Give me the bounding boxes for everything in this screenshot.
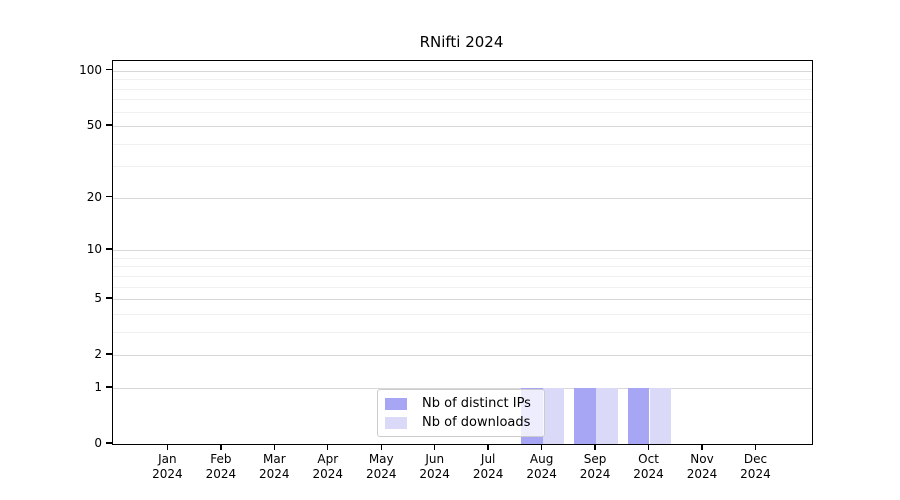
bar-distinct-ips (627, 387, 650, 444)
y-tick-label: 20 (86, 189, 102, 204)
x-tick-label: Jul 2024 (472, 452, 504, 481)
x-tick-label: Jan 2024 (152, 452, 183, 481)
y-tick-label: 0 (94, 436, 102, 450)
gridline-major (113, 70, 812, 72)
gridline-minor (113, 286, 812, 288)
y-tick-label: 100 (79, 62, 102, 77)
x-tick-mark (380, 444, 382, 450)
gridline-major (113, 355, 812, 357)
y-tick-mark (106, 442, 112, 444)
x-tick-label: Feb 2024 (205, 452, 237, 481)
x-tick-mark (166, 444, 169, 450)
x-tick-mark (273, 444, 275, 450)
y-tick-label: 5 (94, 291, 102, 306)
legend-swatch-downloads-icon (385, 416, 407, 429)
x-tick-mark (540, 444, 543, 450)
x-tick-label: Mar 2024 (259, 452, 290, 481)
gridline-minor (113, 99, 812, 101)
legend-swatch-distinct-ips-icon (385, 397, 407, 410)
gridline-minor (113, 79, 812, 81)
y-tick-mark (106, 69, 112, 71)
bar-distinct-ips (574, 387, 597, 444)
x-tick-label: Apr 2024 (312, 452, 344, 481)
y-tick-mark (106, 353, 112, 355)
chart-title: RNifti 2024 (419, 33, 504, 51)
gridline-minor (113, 88, 812, 90)
x-tick-mark (754, 444, 757, 450)
y-tick-label: 2 (94, 347, 102, 362)
y-tick-label: 50 (86, 118, 102, 133)
legend-item-downloads: Nb of downloads (385, 414, 536, 430)
x-tick-mark (220, 444, 222, 450)
chart-canvas: RNifti 2024 0 1 2 5 10 20 50 100 Jan 2024 Feb 2024… (0, 0, 900, 500)
x-tick-label: Jun 2024 (419, 452, 450, 481)
legend-label-downloads: Nb of downloads (422, 414, 531, 430)
x-tick-mark (327, 444, 329, 450)
x-tick-mark (434, 444, 436, 450)
x-tick-label: May 2024 (365, 452, 397, 481)
y-tick-mark (106, 297, 112, 299)
legend-label-distinct-ips: Nb of distinct IPs (422, 395, 531, 411)
y-tick-mark (106, 248, 112, 250)
legend: Nb of distinct IPs Nb of downloads (377, 389, 545, 437)
y-tick-label: 1 (94, 379, 102, 394)
gridline-minor (113, 166, 812, 168)
y-tick-mark (106, 124, 112, 126)
gridline-major (113, 126, 812, 127)
bar-downloads (542, 387, 565, 444)
gridline-minor (113, 143, 812, 145)
y-tick-mark (106, 196, 112, 198)
gridline-minor (113, 275, 812, 277)
x-tick-mark (701, 444, 703, 450)
bar-downloads (596, 387, 618, 444)
x-tick-mark (487, 444, 489, 450)
gridline-minor (113, 257, 812, 259)
gridline-minor (113, 313, 812, 315)
x-tick-label: Sep 2024 (579, 452, 611, 481)
x-tick-label: Oct 2024 (633, 452, 664, 481)
x-tick-label: Dec 2024 (740, 452, 771, 481)
y-tick-label: 10 (86, 242, 102, 257)
x-tick-mark (594, 444, 596, 450)
plot-area (112, 60, 813, 445)
x-tick-mark (647, 444, 650, 450)
gridline-minor (113, 266, 812, 268)
x-tick-label: Aug 2024 (526, 452, 557, 481)
gridline-major (113, 299, 812, 301)
legend-item-distinct-ips: Nb of distinct IPs (385, 395, 536, 411)
y-tick-mark (106, 386, 112, 388)
bar-downloads (649, 387, 672, 444)
gridline-minor (113, 111, 812, 113)
gridline-major (113, 197, 812, 199)
gridline-minor (113, 331, 812, 333)
gridline-major (113, 250, 812, 252)
x-tick-label: Nov 2024 (686, 452, 718, 481)
